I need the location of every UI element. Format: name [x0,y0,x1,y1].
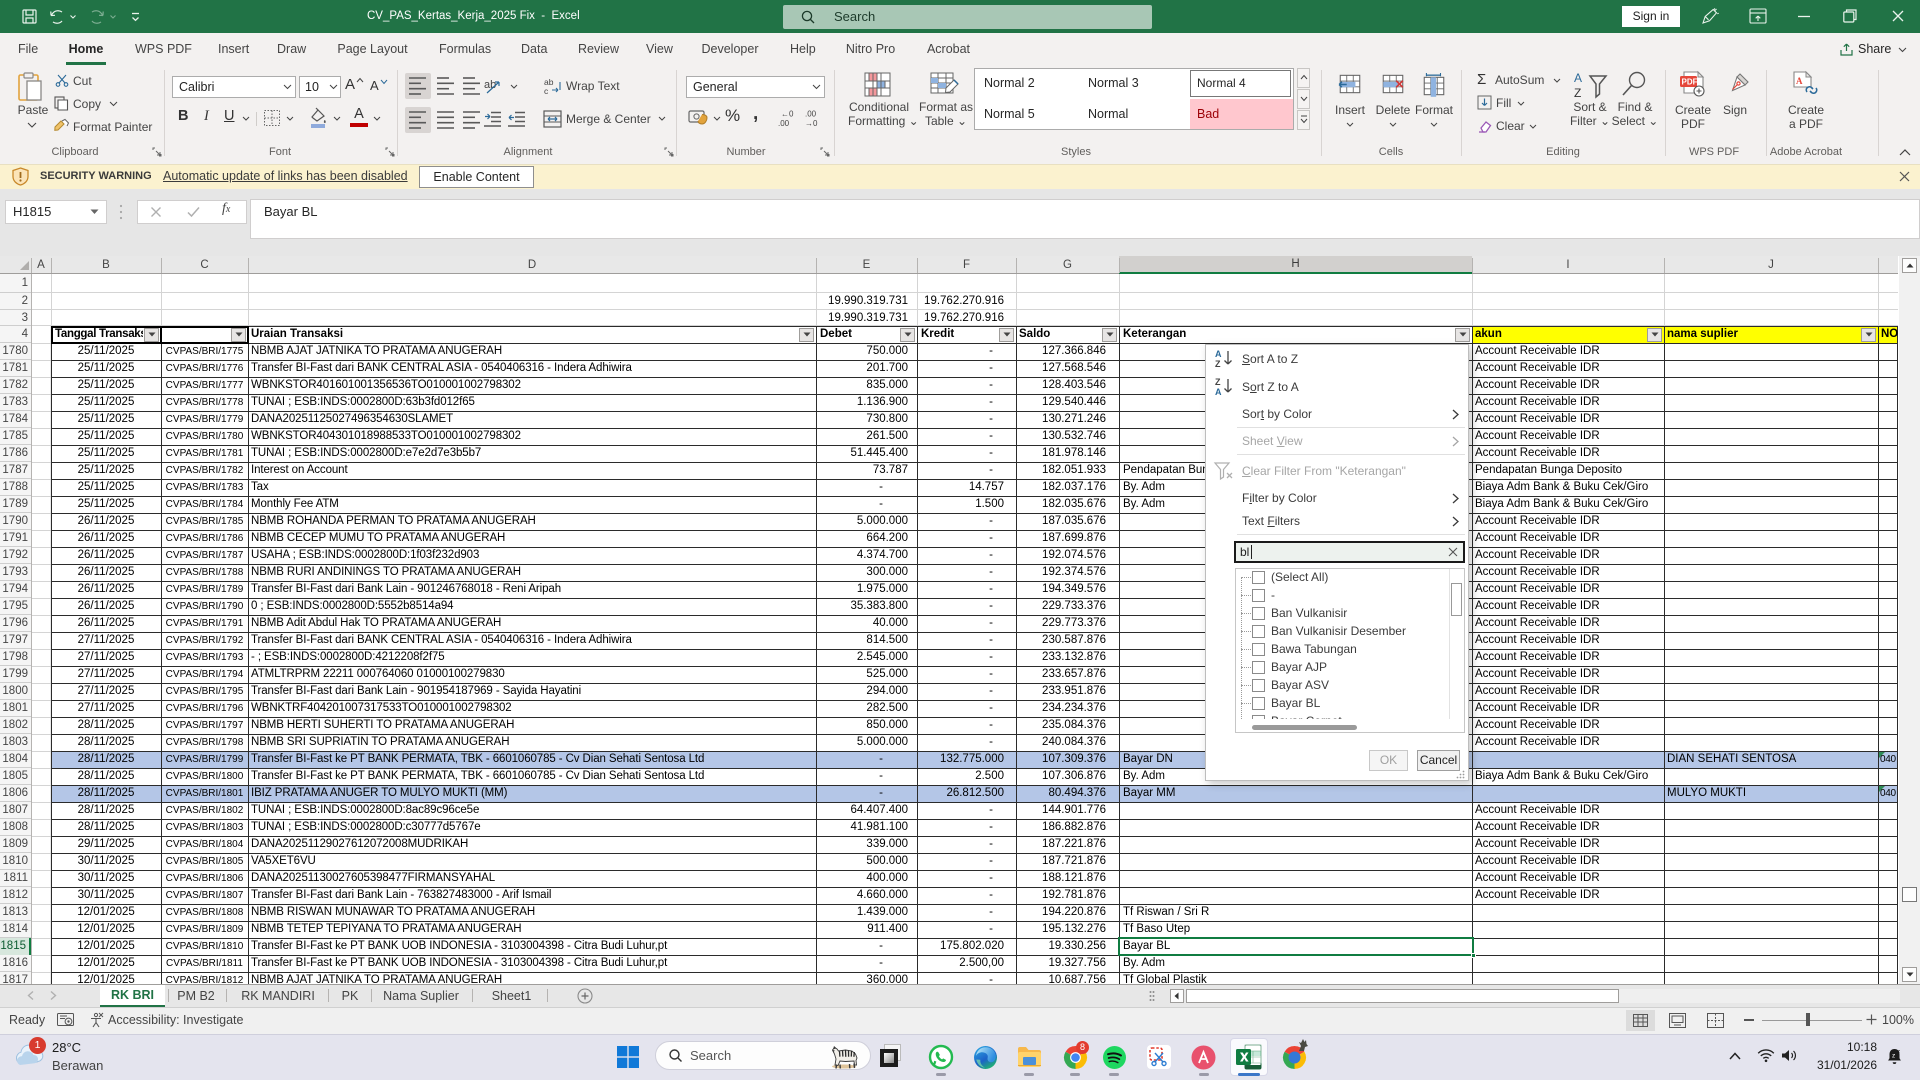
svg-text:.00: .00 [778,119,790,128]
svg-text:PDF: PDF [1682,78,1698,87]
svg-text:z: z [1892,1053,1895,1060]
svg-text:.00: .00 [805,110,817,119]
svg-text:A: A [1796,76,1803,86]
svg-text:A: A [1574,71,1582,85]
svg-text:A: A [1215,349,1222,359]
svg-text:z: z [1898,1049,1901,1055]
svg-text:Z: Z [1215,359,1221,369]
svg-text:A: A [1215,387,1222,397]
svg-text:ab: ab [484,79,496,91]
svg-text:Z: Z [1215,377,1221,387]
svg-text:Z: Z [1574,86,1581,100]
svg-text:←0: ←0 [781,110,794,119]
svg-text:→0: →0 [805,119,818,128]
svg-text:c: c [544,86,549,96]
